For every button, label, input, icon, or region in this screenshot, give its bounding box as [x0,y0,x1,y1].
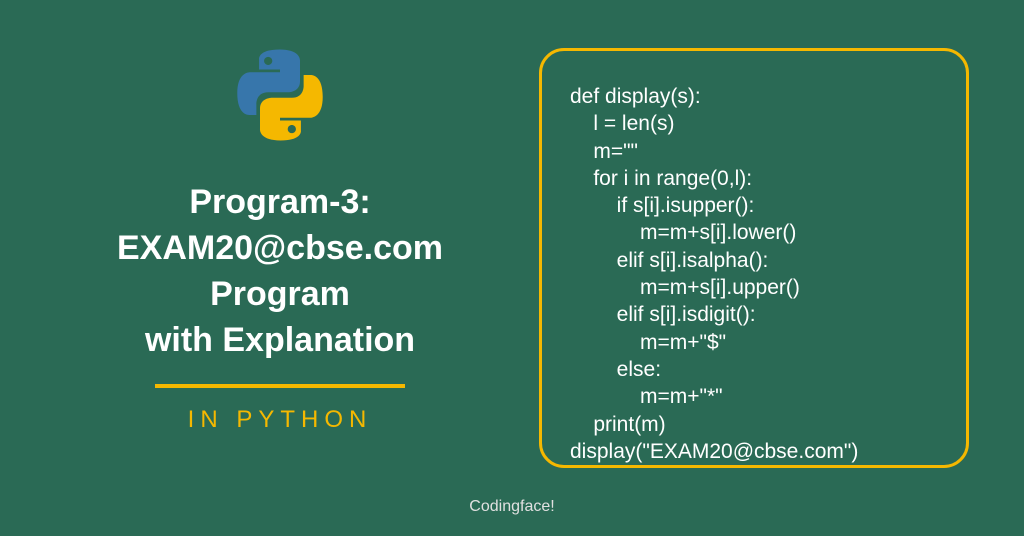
title-underline [155,384,405,388]
code-line: m=m+s[i].lower() [570,219,938,246]
left-section: Program-3: EXAM20@cbse.com Program with … [80,45,480,434]
code-line: print(m) [570,411,938,438]
title-container: Program-3: EXAM20@cbse.com Program with … [80,180,480,434]
title-line-2: EXAM20@cbse.com [80,226,480,272]
code-line: m=m+"*" [570,383,938,410]
code-line: for i in range(0,l): [570,165,938,192]
code-line: elif s[i].isalpha(): [570,247,938,274]
footer-text: Codingface! [469,498,554,516]
code-line: m="" [570,138,938,165]
code-line: def display(s): [570,83,938,110]
title-line-1: Program-3: [80,180,480,226]
code-line: m=m+"$" [570,329,938,356]
code-line: elif s[i].isdigit(): [570,301,938,328]
code-box: def display(s): l = len(s) m="" for i in… [539,48,969,468]
code-line: display("EXAM20@cbse.com") [570,438,938,465]
subtitle: IN PYTHON [80,406,480,434]
code-line: m=m+s[i].upper() [570,274,938,301]
code-line: l = len(s) [570,110,938,137]
python-logo-icon [230,45,330,145]
title-line-3: Program [80,272,480,318]
code-line: else: [570,356,938,383]
title-line-4: with Explanation [80,318,480,364]
code-line: if s[i].isupper(): [570,192,938,219]
